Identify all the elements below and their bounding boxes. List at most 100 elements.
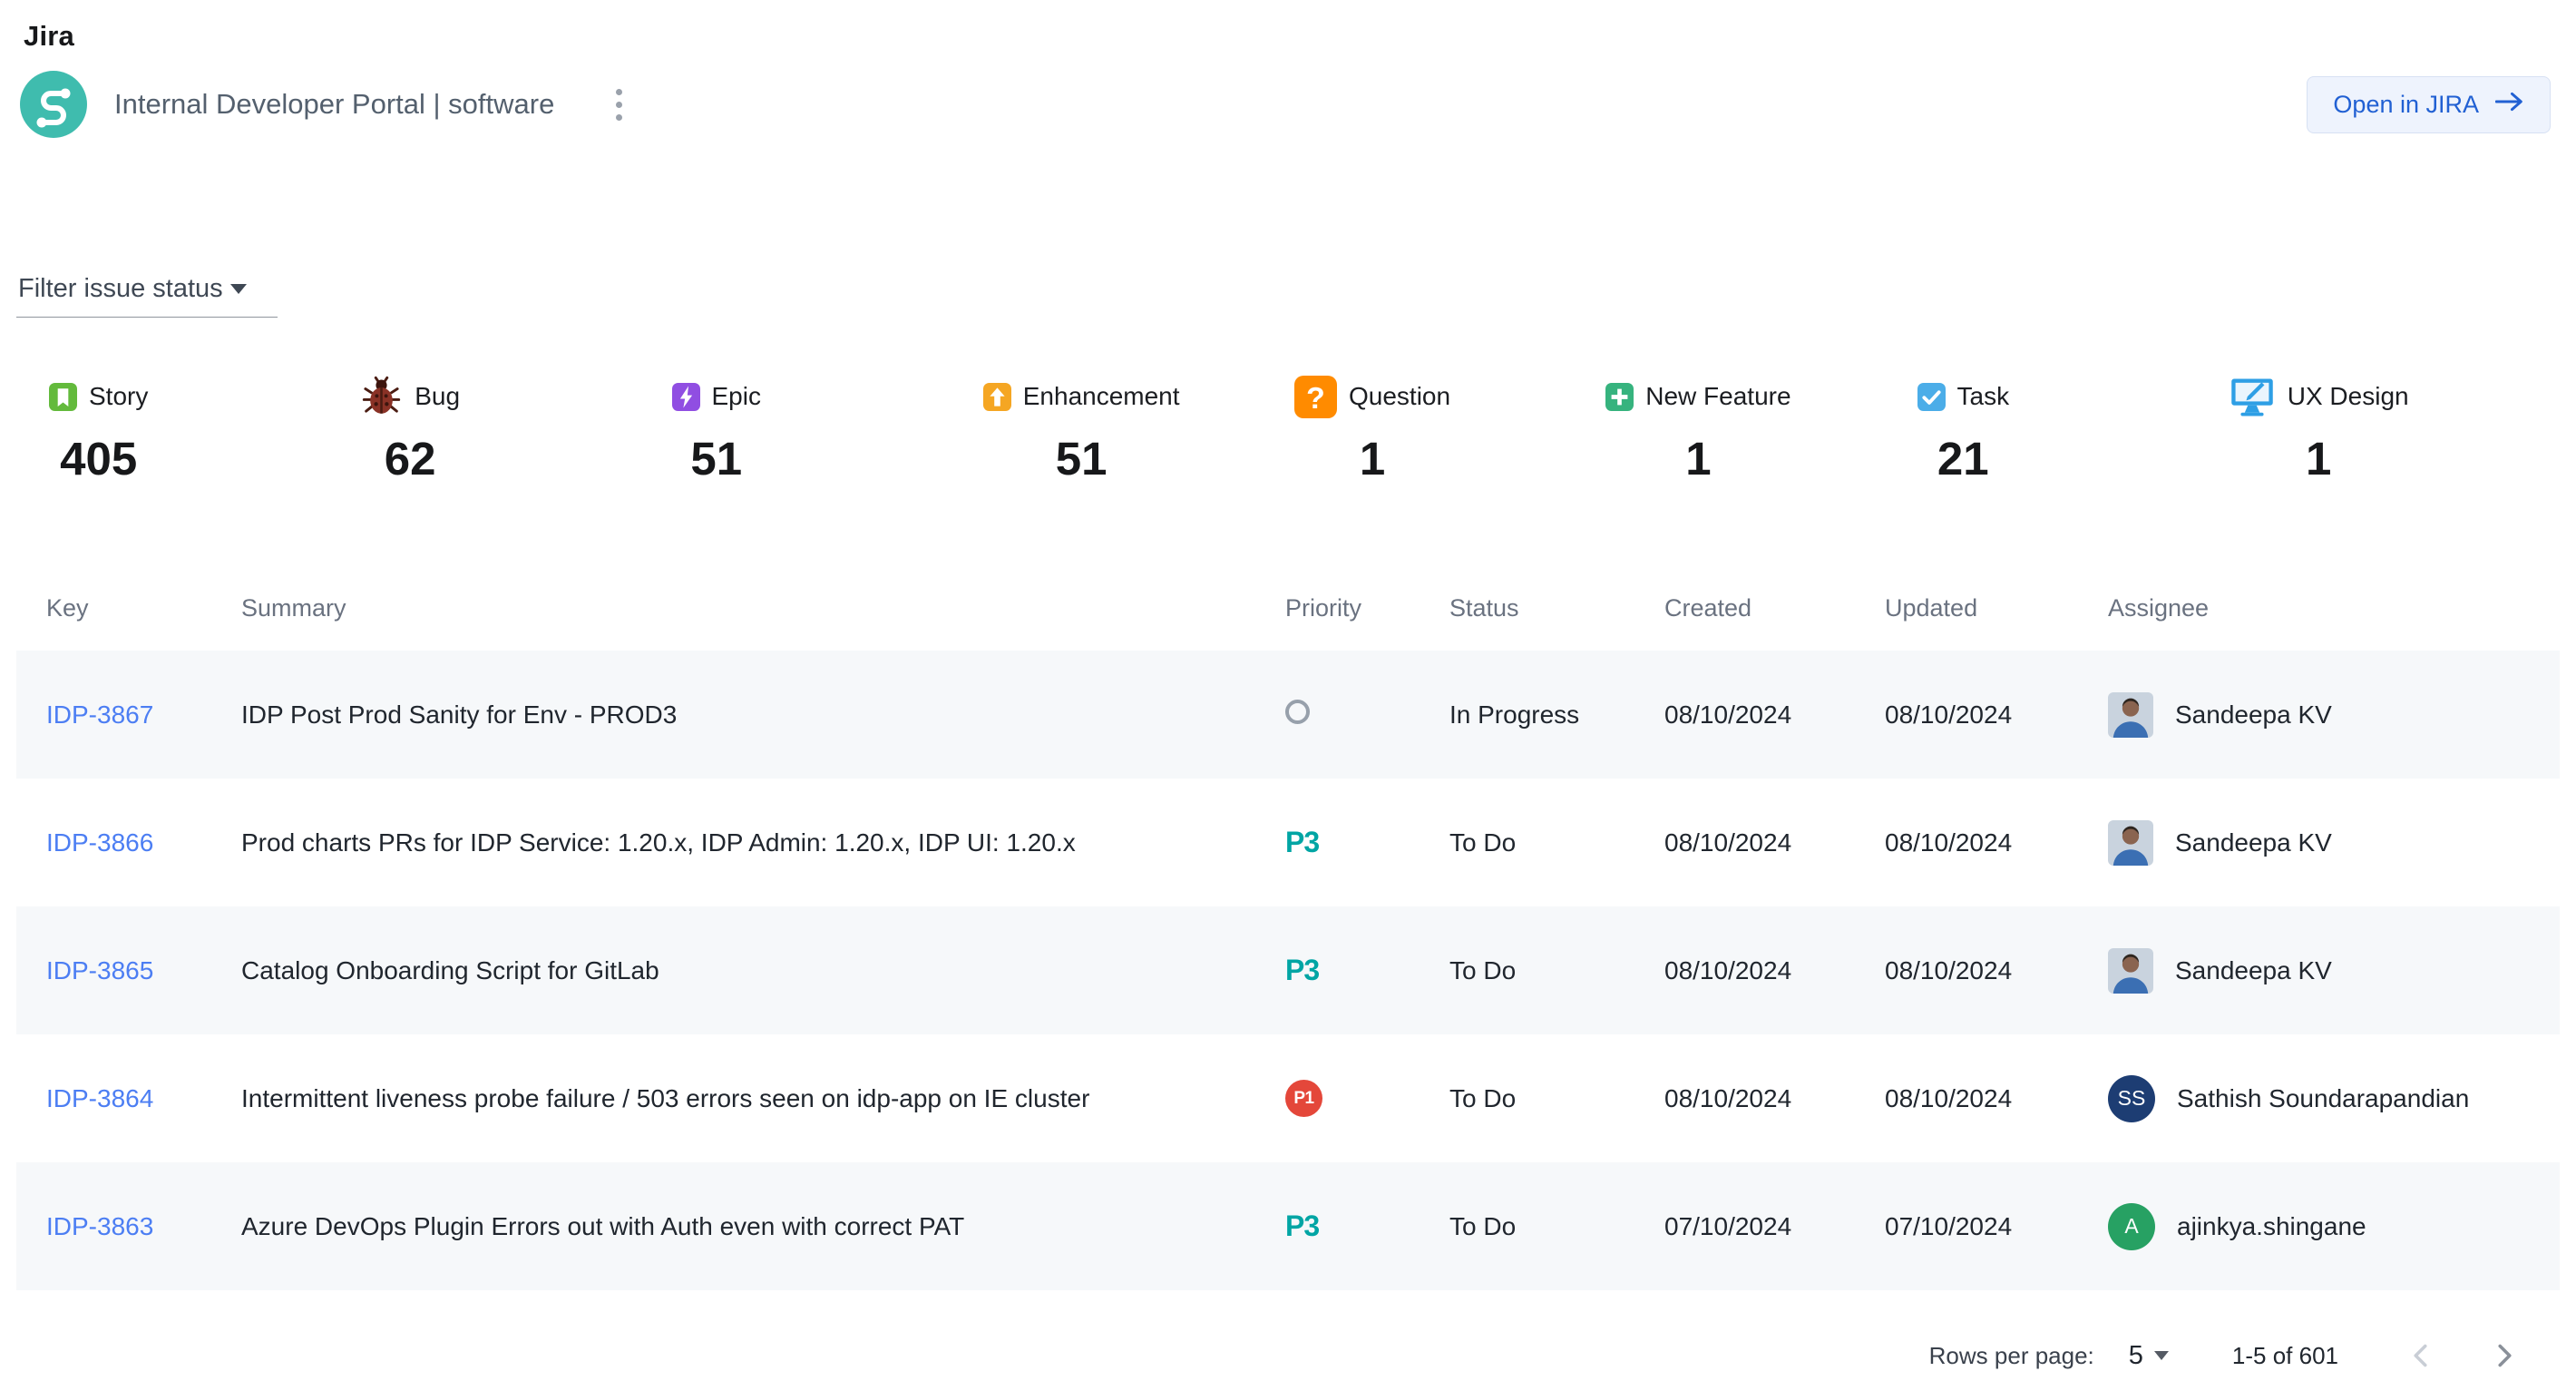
filter-issue-status-label: Filter issue status bbox=[18, 274, 223, 304]
enhancement-icon bbox=[983, 383, 1011, 411]
created-cell: 07/10/2024 bbox=[1634, 1212, 1855, 1241]
stat-label: Enhancement bbox=[1023, 382, 1180, 411]
assignee-cell: Sandeepa KV bbox=[2078, 820, 2560, 866]
pagination-bar: Rows per page: 5 1-5 of 601 bbox=[0, 1330, 2529, 1381]
stat-header: ? Question bbox=[1294, 370, 1450, 423]
status-cell: To Do bbox=[1420, 956, 1634, 985]
summary-cell: IDP Post Prod Sanity for Env - PROD3 bbox=[211, 700, 1255, 730]
avatar bbox=[2108, 948, 2153, 994]
table-row: IDP-3865 Catalog Onboarding Script for Gi… bbox=[16, 906, 2560, 1034]
stat-story: Story 405 bbox=[49, 370, 360, 485]
stat-label: UX Design bbox=[2288, 382, 2409, 411]
issues-table: KeySummaryPriorityStatusCreatedUpdatedAs… bbox=[16, 565, 2560, 1290]
priority-p3-icon: P3 bbox=[1285, 954, 1319, 986]
issue-key-link[interactable]: IDP-3864 bbox=[46, 1084, 153, 1112]
arrow-right-icon bbox=[2495, 91, 2524, 119]
key-cell: IDP-3864 bbox=[16, 1084, 211, 1113]
assignee-name: ajinkya.shingane bbox=[2177, 1212, 2366, 1241]
stat-count: 405 bbox=[60, 432, 137, 485]
rows-per-page-label: Rows per page: bbox=[1929, 1342, 2094, 1370]
assignee-cell: Aajinkya.shingane bbox=[2078, 1203, 2560, 1250]
column-header-updated: Updated bbox=[1855, 594, 2078, 622]
page-title: Jira bbox=[24, 20, 2576, 53]
avatar bbox=[2108, 820, 2153, 866]
updated-cell: 07/10/2024 bbox=[1855, 1212, 2078, 1241]
key-cell: IDP-3866 bbox=[16, 828, 211, 857]
table-row: IDP-3863 Azure DevOps Plugin Errors out w… bbox=[16, 1162, 2560, 1290]
stat-card: New Feature 1 bbox=[1605, 370, 1791, 485]
bug-icon bbox=[360, 376, 403, 418]
pagination-range: 1-5 of 601 bbox=[2232, 1342, 2338, 1370]
stat-header: Epic bbox=[672, 370, 761, 423]
stat-epic: Epic 51 bbox=[672, 370, 983, 485]
assignee-cell: Sandeepa KV bbox=[2078, 948, 2560, 994]
assignee-cell: Sandeepa KV bbox=[2078, 692, 2560, 738]
stat-card: Epic 51 bbox=[672, 370, 761, 485]
open-in-jira-button[interactable]: Open in JIRA bbox=[2307, 76, 2551, 133]
avatar: SS bbox=[2108, 1075, 2155, 1122]
svg-text:?: ? bbox=[1306, 380, 1325, 415]
priority-cell: P3 bbox=[1255, 954, 1420, 987]
updated-cell: 08/10/2024 bbox=[1855, 1084, 2078, 1113]
summary-cell: Intermittent liveness probe failure / 50… bbox=[211, 1084, 1255, 1113]
priority-p3-icon: P3 bbox=[1285, 1210, 1319, 1242]
story-icon bbox=[49, 383, 77, 411]
stat-label: Bug bbox=[415, 382, 460, 411]
project-name: Internal Developer Portal | software bbox=[114, 88, 554, 121]
updated-cell: 08/10/2024 bbox=[1855, 956, 2078, 985]
summary-cell: Azure DevOps Plugin Errors out with Auth… bbox=[211, 1212, 1255, 1241]
stat-count: 21 bbox=[1937, 432, 1989, 485]
stat-question: ? Question 1 bbox=[1294, 370, 1605, 485]
status-cell: To Do bbox=[1420, 828, 1634, 857]
stat-header: Story bbox=[49, 370, 148, 423]
filter-issue-status-select[interactable]: Filter issue status bbox=[16, 274, 278, 318]
stat-header: UX Design bbox=[2229, 370, 2409, 423]
issue-key-link[interactable]: IDP-3866 bbox=[46, 828, 153, 857]
stat-label: Task bbox=[1957, 382, 2010, 411]
issue-type-stats: Story 405 Bug 62 Epic bbox=[49, 370, 2540, 485]
stat-header: Enhancement bbox=[983, 370, 1180, 423]
stat-header: New Feature bbox=[1605, 370, 1791, 423]
rows-per-page-value: 5 bbox=[2129, 1341, 2143, 1371]
column-header-assignee: Assignee bbox=[2078, 594, 2560, 622]
stat-new-feature: New Feature 1 bbox=[1605, 370, 1917, 485]
summary-cell: Catalog Onboarding Script for GitLab bbox=[211, 956, 1255, 985]
stat-card: Task 21 bbox=[1917, 370, 2010, 485]
created-cell: 08/10/2024 bbox=[1634, 956, 1855, 985]
chevron-down-icon bbox=[230, 284, 247, 294]
key-cell: IDP-3863 bbox=[16, 1212, 211, 1241]
updated-cell: 08/10/2024 bbox=[1855, 828, 2078, 857]
stat-count: 51 bbox=[690, 432, 742, 485]
more-options-button[interactable] bbox=[605, 82, 633, 128]
new-feature-icon bbox=[1605, 383, 1634, 411]
summary-cell: Prod charts PRs for IDP Service: 1.20.x,… bbox=[211, 828, 1255, 857]
issue-key-link[interactable]: IDP-3867 bbox=[46, 700, 153, 729]
stat-bug: Bug 62 bbox=[360, 370, 671, 485]
next-page-button[interactable] bbox=[2478, 1330, 2529, 1381]
stat-card: Story 405 bbox=[49, 370, 148, 485]
previous-page-button[interactable] bbox=[2396, 1330, 2447, 1381]
stat-label: Story bbox=[89, 382, 148, 411]
stat-card: ? Question 1 bbox=[1294, 370, 1450, 485]
table-row: IDP-3866 Prod charts PRs for IDP Service:… bbox=[16, 779, 2560, 906]
issue-key-link[interactable]: IDP-3863 bbox=[46, 1212, 153, 1240]
stat-header: Task bbox=[1917, 370, 2010, 423]
stat-header: Bug bbox=[360, 370, 460, 423]
key-cell: IDP-3867 bbox=[16, 700, 211, 730]
stat-count: 62 bbox=[385, 432, 436, 485]
stat-enhancement: Enhancement 51 bbox=[983, 370, 1294, 485]
rows-per-page-select[interactable]: 5 bbox=[2129, 1341, 2169, 1371]
created-cell: 08/10/2024 bbox=[1634, 700, 1855, 730]
stat-count: 51 bbox=[1056, 432, 1107, 485]
issue-key-link[interactable]: IDP-3865 bbox=[46, 956, 153, 984]
table-row: IDP-3867 IDP Post Prod Sanity for Env - P… bbox=[16, 651, 2560, 779]
priority-cell: P3 bbox=[1255, 826, 1420, 859]
stat-count: 1 bbox=[2306, 432, 2331, 485]
priority-p3-icon: P3 bbox=[1285, 826, 1319, 858]
assignee-cell: SSSathish Soundarapandian bbox=[2078, 1075, 2560, 1122]
avatar bbox=[2108, 692, 2153, 738]
chevron-down-icon bbox=[2154, 1351, 2169, 1360]
updated-cell: 08/10/2024 bbox=[1855, 700, 2078, 730]
priority-none-icon bbox=[1285, 700, 1310, 724]
table-body: IDP-3867 IDP Post Prod Sanity for Env - P… bbox=[16, 651, 2560, 1290]
